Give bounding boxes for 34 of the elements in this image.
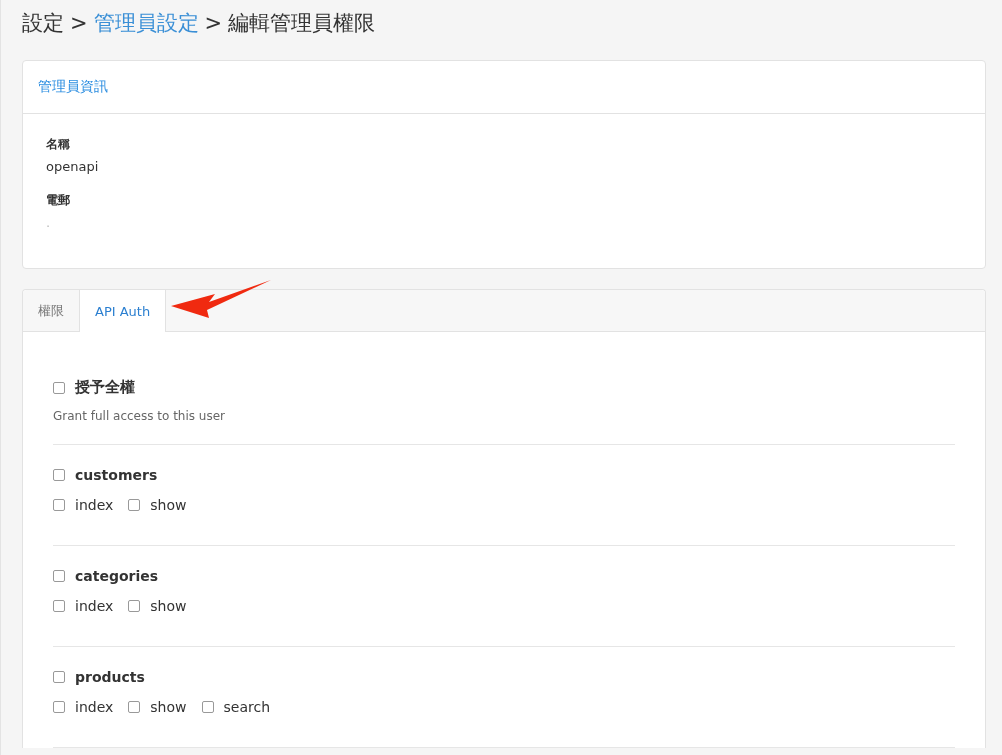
checkbox-label: index bbox=[75, 497, 114, 513]
field-value: . bbox=[46, 215, 52, 230]
checkbox[interactable] bbox=[53, 469, 65, 481]
breadcrumb-separator: > bbox=[204, 11, 223, 35]
help-text: Grant full access to this user bbox=[53, 409, 227, 423]
checkbox[interactable] bbox=[128, 600, 141, 612]
checkbox[interactable] bbox=[128, 499, 141, 511]
field-value: openapi bbox=[46, 159, 100, 174]
checkbox-label: index bbox=[75, 699, 114, 715]
card-title: 管理員資訊 bbox=[38, 78, 108, 96]
breadcrumb-separator: > bbox=[70, 11, 88, 35]
breadcrumb-item: 編輯管理員權限 bbox=[228, 10, 376, 37]
checkbox[interactable] bbox=[53, 499, 65, 511]
checkbox[interactable] bbox=[128, 701, 141, 713]
checkbox[interactable] bbox=[201, 701, 214, 713]
checkbox[interactable] bbox=[53, 381, 65, 394]
checkbox-label: products bbox=[75, 669, 145, 685]
field-label: 電郵 bbox=[46, 192, 71, 209]
field-label: 名稱 bbox=[46, 136, 71, 153]
checkbox-label: show bbox=[150, 699, 187, 715]
checkbox[interactable] bbox=[53, 701, 65, 713]
checkbox[interactable] bbox=[53, 570, 65, 582]
checkbox-label: customers bbox=[75, 467, 158, 483]
checkbox-label: categories bbox=[75, 568, 159, 584]
checkbox[interactable] bbox=[53, 671, 65, 683]
breadcrumb-link[interactable]: 管理員設定 bbox=[93, 9, 199, 37]
breadcrumb-item: 設定 bbox=[22, 10, 64, 37]
checkbox-label: show bbox=[150, 497, 187, 513]
checkbox-label: show bbox=[150, 598, 187, 614]
checkbox-label: index bbox=[75, 598, 114, 614]
checkbox-label: search bbox=[223, 699, 270, 715]
checkbox[interactable] bbox=[53, 600, 65, 612]
tab[interactable]: API Auth bbox=[80, 290, 167, 332]
checkbox-label: 授予全權 bbox=[75, 378, 135, 397]
